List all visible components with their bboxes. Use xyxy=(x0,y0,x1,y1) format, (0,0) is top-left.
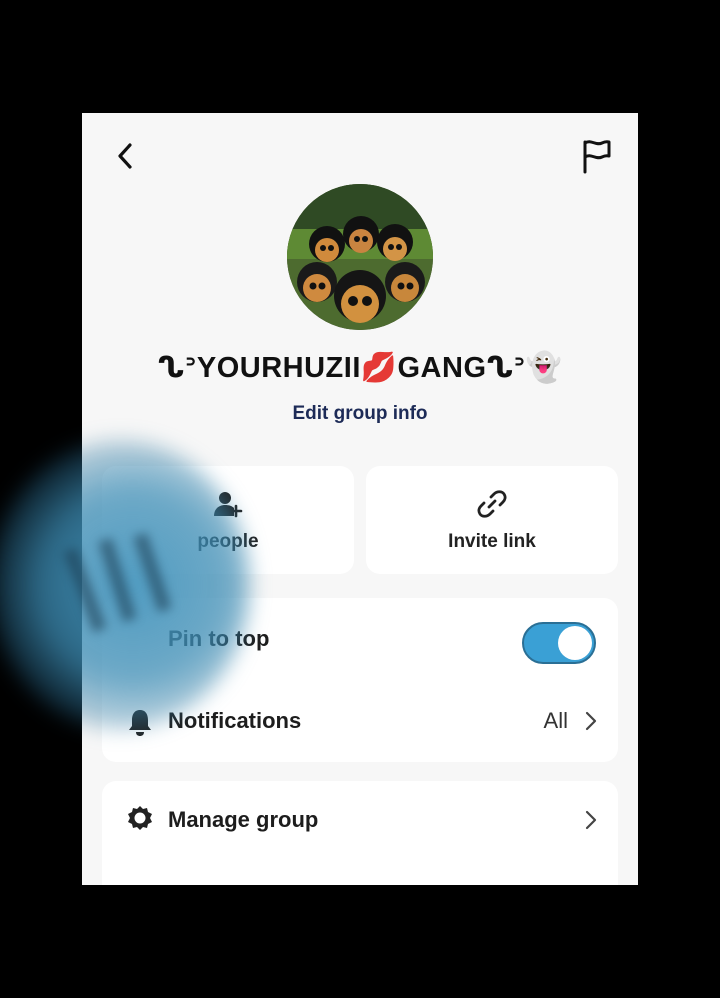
group-name: ᔐᐣYOURHUZII💋GANGᔐᐣ👻 xyxy=(157,352,563,384)
pin-to-top-toggle[interactable] xyxy=(522,622,596,664)
notifications-value: All xyxy=(543,708,568,733)
edit-group-info-link[interactable]: Edit group info xyxy=(82,403,638,425)
notifications-label: Notifications xyxy=(168,708,302,733)
toggle-knob xyxy=(558,626,592,660)
flag-icon xyxy=(583,140,611,174)
finger-ridge-overlay xyxy=(63,532,172,633)
chevron-right-icon xyxy=(585,810,597,830)
gear-icon xyxy=(128,806,152,830)
invite-link-label: Invite link xyxy=(448,531,536,552)
manage-group-label: Manage group xyxy=(168,807,319,832)
chevron-left-icon xyxy=(118,143,132,169)
avatar-image xyxy=(287,184,433,330)
chevron-right-icon xyxy=(585,711,597,731)
back-button[interactable] xyxy=(110,139,140,173)
invite-link-button[interactable]: Invite link xyxy=(366,466,618,574)
group-avatar[interactable] xyxy=(287,184,433,330)
report-button[interactable] xyxy=(580,137,614,175)
manage-group-row[interactable]: Manage group xyxy=(102,781,618,885)
link-icon xyxy=(477,490,507,518)
